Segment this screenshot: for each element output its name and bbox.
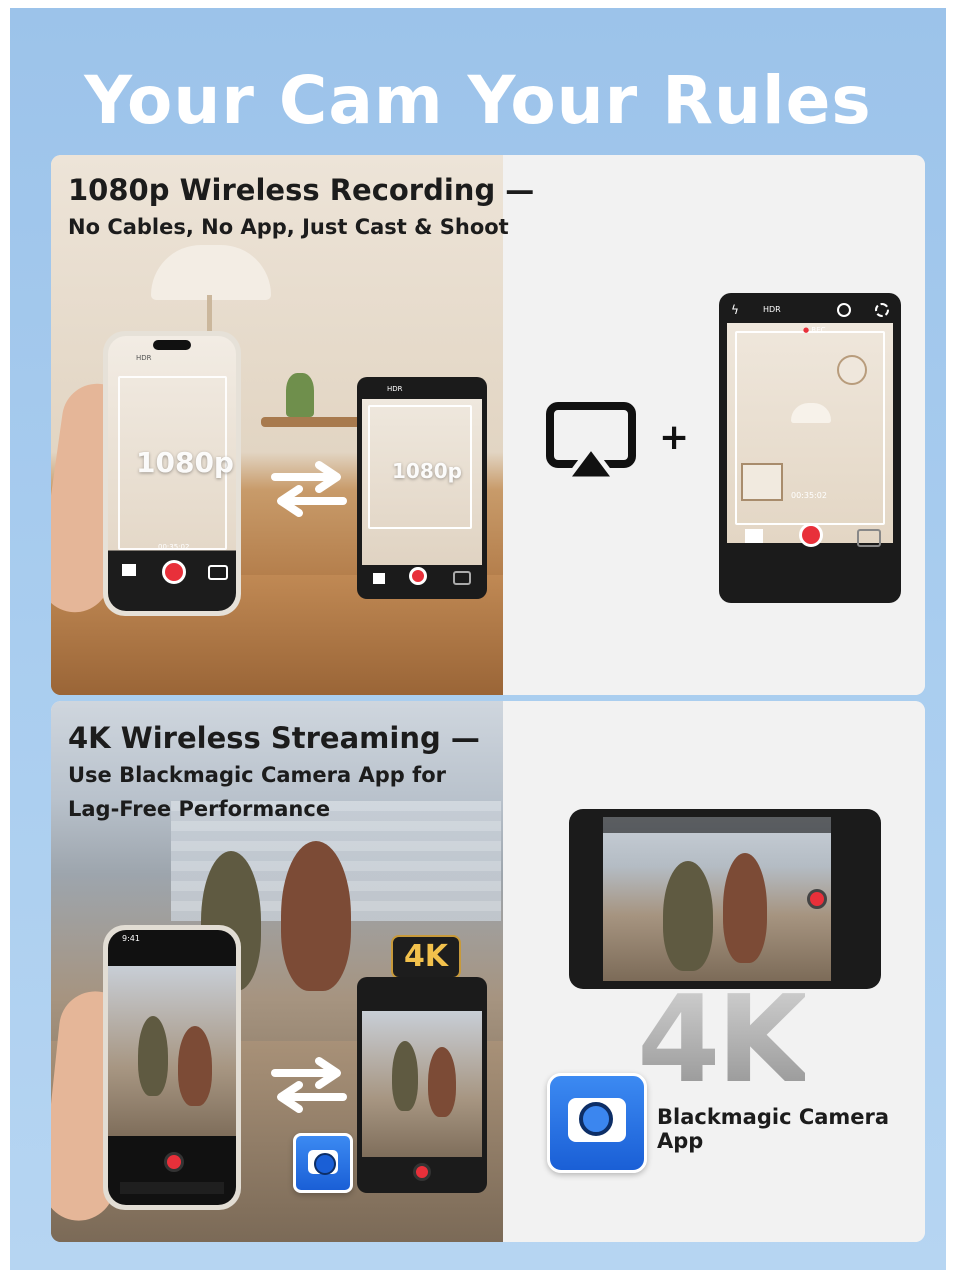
skater-2 — [281, 841, 351, 991]
camera-switch-icon-large[interactable] — [857, 529, 881, 547]
overlay-1080p-large: 1080p — [136, 446, 234, 479]
gallery-thumb-small[interactable] — [373, 573, 385, 584]
swap-arrows-icon — [271, 461, 347, 517]
section1-subtitle: No Cables, No App, Just Cast & Shoot — [68, 215, 509, 239]
panel-4k: 4K Wireless Streaming — Use Blackmagic C… — [51, 701, 925, 1242]
device-screen-small: 1080p — [362, 399, 482, 565]
camera-device-landscape — [569, 809, 881, 989]
iphone-left: HDR 1080p 00:35:02 — [103, 331, 241, 616]
timecode: 00:35:02 — [158, 543, 190, 551]
timer-icon[interactable] — [837, 303, 851, 317]
blackmagic-preview — [108, 966, 236, 1136]
4k-badge: 4K — [391, 935, 461, 979]
clock-in-view — [837, 355, 867, 385]
camera-switch-icon[interactable] — [208, 565, 228, 580]
drawer-in-view — [741, 463, 783, 501]
gallery-thumb[interactable] — [122, 564, 136, 576]
airplay-cast-icon — [546, 402, 636, 482]
app-tab-bar — [120, 1182, 224, 1194]
hdr-label: HDR — [136, 354, 152, 362]
device-screen-landscape — [603, 817, 831, 981]
device-screen-large: ● REC 00:35:02 — [727, 323, 893, 543]
skater-small-2 — [428, 1047, 456, 1117]
section2-subtitle-line1: Use Blackmagic Camera App for — [68, 763, 447, 787]
flash-icon[interactable]: ϟ — [731, 303, 739, 317]
iphone-left-2: 9:41 — [103, 925, 241, 1210]
gallery-thumb-large[interactable] — [745, 529, 763, 543]
hdr-label-small: HDR — [387, 385, 403, 393]
record-button-small-2[interactable] — [413, 1163, 431, 1181]
4k-large-label: 4K — [637, 971, 809, 1110]
record-button-large[interactable] — [799, 523, 823, 547]
dynamic-island — [153, 340, 191, 350]
headline: Your Cam Your Rules — [84, 62, 872, 139]
section2-subtitle-line2: Lag-Free Performance — [68, 797, 331, 821]
camera-lens-large — [579, 1102, 613, 1136]
camera-device-small: 1080p HDR — [357, 377, 487, 599]
swap-arrows-icon-2 — [271, 1057, 347, 1113]
app-name-label: Blackmagic Camera App — [657, 1105, 890, 1153]
plant — [286, 373, 314, 417]
device-screen-small-2 — [362, 1011, 482, 1157]
hdr-label-large: HDR — [763, 305, 781, 314]
skater-landscape-1 — [663, 861, 713, 971]
lamp-shade — [151, 245, 271, 300]
camera-device-large: HDR ϟ ● REC 00:35:02 — [719, 293, 901, 603]
camera-app-icon-small[interactable] — [293, 1133, 353, 1193]
timecode-large: 00:35:02 — [791, 491, 827, 500]
skater-preview-1 — [138, 1016, 168, 1096]
skater-landscape-2 — [723, 853, 767, 963]
settings-gear-icon[interactable] — [875, 303, 889, 317]
camera-device-small-2 — [357, 977, 487, 1193]
camera-app-icon[interactable] — [547, 1073, 647, 1173]
record-button-small[interactable] — [409, 567, 427, 585]
iphone-screen-2: 9:41 — [108, 930, 236, 1205]
camera-switch-icon-small[interactable] — [453, 571, 471, 585]
camera-lens — [314, 1153, 336, 1175]
iphone-screen: HDR 1080p 00:35:02 — [108, 336, 236, 611]
record-button[interactable] — [162, 560, 186, 584]
section2-title: 4K Wireless Streaming — — [68, 721, 480, 755]
skater-small-1 — [392, 1041, 418, 1111]
record-button-2[interactable] — [164, 1152, 184, 1172]
skater-preview-2 — [178, 1026, 212, 1106]
section1-title: 1080p Wireless Recording — — [68, 173, 535, 207]
record-button-landscape[interactable] — [807, 889, 827, 909]
side-table — [261, 417, 361, 427]
phone-time: 9:41 — [122, 934, 140, 943]
panel-1080p: 1080p Wireless Recording — No Cables, No… — [51, 155, 925, 695]
blackmagic-status-bar — [603, 817, 831, 833]
overlay-1080p-small: 1080p — [392, 459, 462, 483]
rec-indicator: ● REC — [803, 326, 826, 334]
plus-sign: + — [659, 417, 690, 458]
